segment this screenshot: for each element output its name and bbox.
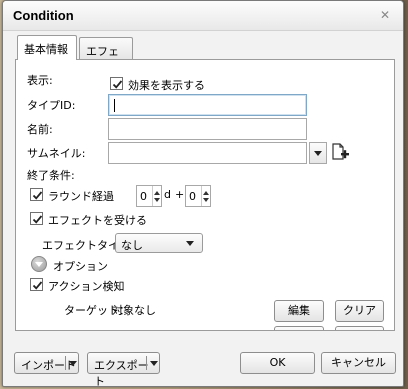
action-detect-checkbox[interactable]: [30, 278, 43, 291]
check-icon: [32, 281, 43, 290]
receive-effect-checkbox[interactable]: [30, 212, 43, 225]
round-value-b: 0: [189, 190, 196, 203]
round-unit: d: [164, 188, 171, 201]
target-value: 対象なし: [112, 304, 156, 317]
round-value-a: 0: [140, 190, 147, 203]
chevron-down-icon: [314, 151, 322, 156]
text-caret: [114, 99, 115, 112]
chevron-down-icon[interactable]: [69, 361, 77, 366]
end-condition-label: 終了条件:: [27, 169, 75, 182]
type-id-label: タイプID:: [27, 99, 76, 112]
name-label: 名前:: [27, 123, 53, 136]
spinner-arrows[interactable]: [201, 186, 210, 206]
name-input[interactable]: [108, 118, 307, 140]
clear-button[interactable]: クリア: [335, 300, 384, 322]
edit-button-2[interactable]: [274, 326, 324, 330]
round-label: ラウンド経過: [48, 190, 114, 203]
window-title: Condition: [13, 8, 74, 23]
round-checkbox[interactable]: [30, 188, 43, 201]
export-button[interactable]: エクスポート: [87, 352, 160, 386]
type-id-input[interactable]: [108, 94, 307, 116]
basic-info-panel: 表示: 効果を表示する タイプID: 名前: サムネイル: 終了条件: ラウンド…: [15, 59, 395, 331]
action-detect-label: アクション検知: [48, 280, 125, 293]
clear-button-2[interactable]: [335, 326, 384, 330]
round-spinner-a[interactable]: 0: [136, 185, 162, 207]
thumbnail-dropdown-button[interactable]: [309, 142, 327, 164]
display-label: 表示:: [27, 74, 53, 87]
round-plus: +: [175, 188, 185, 201]
close-icon[interactable]: ✕: [379, 9, 391, 21]
cancel-button[interactable]: キャンセル: [321, 352, 396, 374]
check-icon: [32, 215, 43, 224]
check-icon: [32, 191, 43, 200]
edit-button[interactable]: 編集: [274, 300, 324, 322]
chevron-down-icon: [186, 241, 194, 246]
options-label: オプション: [53, 260, 108, 273]
spinner-arrows[interactable]: [152, 186, 161, 206]
thumbnail-label: サムネイル:: [27, 147, 86, 160]
chevron-down-icon[interactable]: [150, 361, 158, 366]
check-icon: [112, 80, 123, 89]
round-spinner-b[interactable]: 0: [185, 185, 211, 207]
show-effect-checkbox[interactable]: [110, 77, 123, 90]
chevron-down-icon: [35, 262, 43, 267]
import-label: インポート: [21, 359, 76, 372]
import-button[interactable]: インポート: [14, 352, 79, 374]
show-effect-label: 効果を表示する: [128, 79, 205, 92]
effect-type-value: なし: [121, 239, 143, 252]
effect-type-select[interactable]: なし: [115, 233, 203, 253]
condition-dialog: Condition ✕ 基本情報 エフェクト 表示: 効果を表示する タイプID…: [2, 0, 404, 387]
tab-basic-info[interactable]: 基本情報: [17, 35, 77, 60]
receive-effect-label: エフェクトを受ける: [48, 214, 147, 227]
add-file-icon[interactable]: [331, 142, 351, 164]
options-expander[interactable]: [31, 256, 47, 272]
tab-effect[interactable]: エフェクト: [79, 37, 133, 74]
thumbnail-input[interactable]: [108, 142, 307, 164]
ok-button[interactable]: OK: [240, 352, 315, 374]
title-bar[interactable]: Condition ✕: [3, 1, 403, 31]
